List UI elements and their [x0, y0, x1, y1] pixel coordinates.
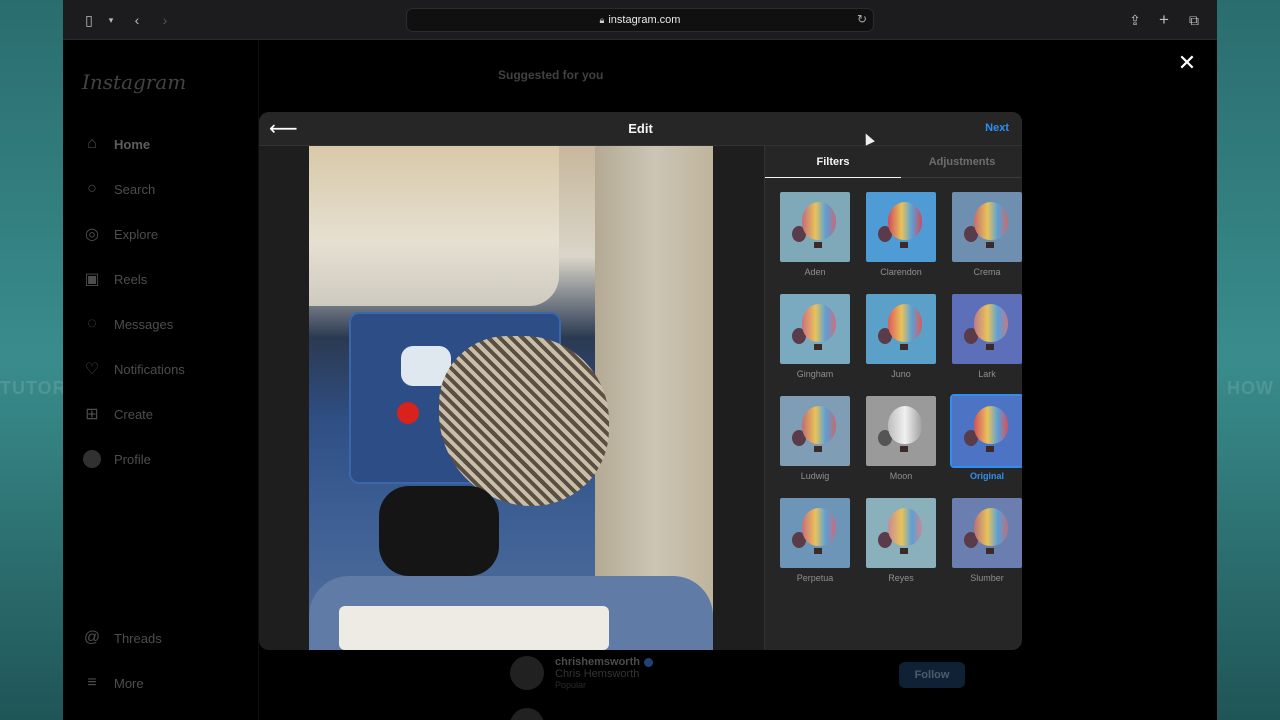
desktop-background-left — [0, 0, 63, 720]
instagram-page: Instagram ⌂ Home ○ Search ◎ Explore ▣ Re… — [63, 40, 1217, 720]
filter-thumbnail[interactable] — [952, 498, 1022, 568]
filter-thumbnail[interactable] — [866, 396, 936, 466]
filter-thumbnail[interactable] — [780, 498, 850, 568]
filter-lark[interactable]: Lark — [951, 294, 1022, 379]
modal-title: Edit — [628, 121, 653, 136]
edit-modal: ⟵ Edit Next Filters Adjustments Aden Cla… — [259, 112, 1022, 650]
filter-label: Lark — [978, 369, 996, 379]
filter-thumbnail[interactable] — [780, 396, 850, 466]
filter-label: Aden — [804, 267, 826, 277]
balloon-image — [888, 508, 922, 546]
modal-header: ⟵ Edit Next — [259, 112, 1022, 146]
lock-icon: 🔒︎ — [599, 14, 605, 25]
filter-label: Original — [969, 471, 1004, 481]
browser-toolbar: ▯ ▾ ‹ › 🔒︎ instagram.com ↻ ⇪ + ⧉ — [63, 0, 1217, 40]
balloon-image — [974, 406, 1008, 444]
filter-label: Moon — [889, 471, 913, 481]
share-icon[interactable]: ⇪ — [1125, 10, 1145, 30]
filter-gingham[interactable]: Gingham — [779, 294, 851, 379]
tabs-overview-icon[interactable]: ⧉ — [1184, 10, 1204, 30]
filter-thumbnail[interactable] — [950, 394, 1022, 468]
new-tab-icon[interactable]: + — [1154, 10, 1174, 30]
filter-juno[interactable]: Juno — [865, 294, 937, 379]
filter-label: Ludwig — [800, 471, 830, 481]
balloon-image — [974, 508, 1008, 546]
balloon-image — [802, 406, 836, 444]
filter-thumbnail[interactable] — [866, 498, 936, 568]
balloon-image — [802, 508, 836, 546]
photo-preview — [309, 146, 713, 650]
watermark-left: TUTOR — [0, 378, 67, 398]
filter-label: Gingham — [796, 369, 834, 379]
balloon-image — [888, 202, 922, 240]
filter-label: Clarendon — [880, 267, 922, 277]
filter-clarendon[interactable]: Clarendon — [865, 192, 937, 277]
watermark-right: HOW — [1227, 378, 1274, 398]
filter-slumber[interactable]: Slumber — [951, 498, 1022, 583]
filter-thumbnail[interactable] — [952, 294, 1022, 364]
filter-label: Slumber — [970, 573, 1004, 583]
photo-preview-area — [259, 146, 764, 650]
url-text: instagram.com — [608, 14, 681, 26]
balloon-image — [888, 304, 922, 342]
balloon-image — [802, 304, 836, 342]
balloon-image — [888, 406, 922, 444]
filter-label: Perpetua — [796, 573, 834, 583]
filters-panel: Filters Adjustments Aden Clarendon Crema Gi… — [764, 146, 1022, 650]
filter-moon[interactable]: Moon — [865, 396, 937, 481]
browser-window: ▯ ▾ ‹ › 🔒︎ instagram.com ↻ ⇪ + ⧉ Instagr… — [63, 0, 1217, 720]
filter-label: Crema — [973, 267, 1001, 277]
forward-nav-icon[interactable]: › — [155, 10, 175, 30]
tab-filters[interactable]: Filters — [765, 146, 901, 178]
chevron-down-icon[interactable]: ▾ — [101, 10, 121, 30]
address-bar[interactable]: 🔒︎ instagram.com ↻ — [406, 8, 874, 32]
filter-crema[interactable]: Crema — [951, 192, 1022, 277]
close-icon[interactable]: ✕ — [1175, 52, 1199, 76]
balloon-image — [802, 202, 836, 240]
filter-aden[interactable]: Aden — [779, 192, 851, 277]
filter-perpetua[interactable]: Perpetua — [779, 498, 851, 583]
balloon-image — [974, 304, 1008, 342]
filter-thumbnail[interactable] — [780, 192, 850, 262]
filter-thumbnail[interactable] — [780, 294, 850, 364]
filter-thumbnail[interactable] — [952, 192, 1022, 262]
filter-thumbnail[interactable] — [866, 294, 936, 364]
balloon-image — [974, 202, 1008, 240]
desktop-background-right — [1217, 0, 1280, 720]
filter-ludwig[interactable]: Ludwig — [779, 396, 851, 481]
filter-label: Juno — [891, 369, 911, 379]
filter-thumbnail[interactable] — [866, 192, 936, 262]
filter-reyes[interactable]: Reyes — [865, 498, 937, 583]
filter-original[interactable]: Original — [950, 394, 1022, 481]
back-nav-icon[interactable]: ‹ — [127, 10, 147, 30]
filter-label: Reyes — [888, 573, 914, 583]
tab-adjustments[interactable]: Adjustments — [901, 146, 1022, 178]
sidebar-toggle-icon[interactable]: ▯ — [79, 10, 99, 30]
reload-icon[interactable]: ↻ — [857, 12, 867, 26]
next-button[interactable]: Next — [985, 122, 1009, 134]
